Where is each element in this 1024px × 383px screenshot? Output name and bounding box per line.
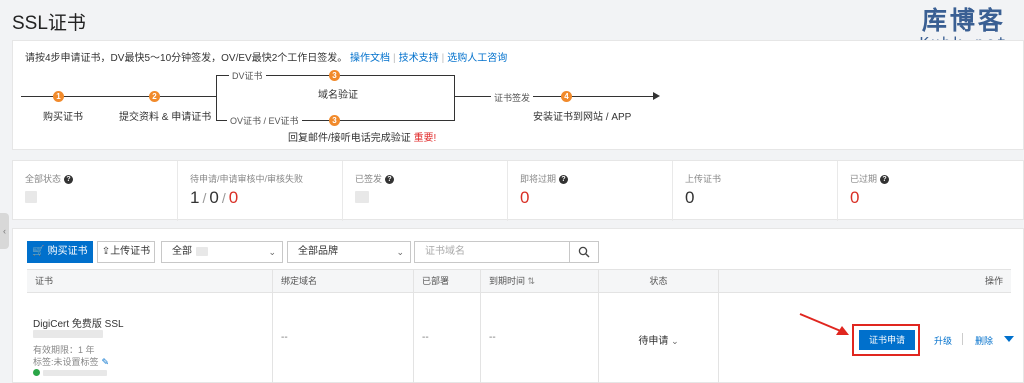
issue-label: 证书签发 [491,91,534,104]
stat-uploaded-value: 0 [685,188,695,207]
stats-panel: 全部状态? 待申请/申请审核中/审核失败 1/0/0 已签发? 即将过期? 0 … [12,160,1024,221]
stat-uploaded[interactable]: 上传证书 0 [673,161,838,221]
annotation-arrow-icon [799,313,849,335]
branch-dv-label: DV证书 [229,69,266,82]
stat-expiring-value: 0 [520,188,530,207]
stat-issued[interactable]: 已签发? [343,161,508,221]
stat-all-label: 全部状态? [25,172,74,185]
help-icon: ? [559,175,569,185]
step-3b-badge: 3 [329,115,340,126]
step-1-badge: 1 [53,91,64,102]
stat-expired-label: 已过期? [850,172,890,185]
stat-issued-value [355,188,369,208]
stat-all[interactable]: 全部状态? [13,161,178,221]
branch-ovev-label: OV证书 / EV证书 [227,114,302,127]
stat-expiring[interactable]: 即将过期? 0 [508,161,673,221]
steps-flow: 1 购买证书 2 提交资料 & 申请证书 DV证书 3 域名验证 OV证书 / … [13,41,1024,151]
step-4-badge: 4 [561,91,572,102]
stat-uploaded-label: 上传证书 [685,174,722,184]
step-4-label: 安装证书到网站 / APP [533,112,632,123]
stat-pending-value: 1/0/0 [190,188,239,207]
stat-all-value [25,188,37,208]
help-icon: ? [64,175,74,185]
step-3b-label: 回复邮件/接听电话完成验证 重要! [288,129,436,144]
collapse-handle-icon[interactable]: ‹ [0,213,9,249]
step-3a-label: 域名验证 [318,90,358,101]
stat-pending-label: 待申请/申请审核中/审核失败 [190,174,304,184]
help-icon: ? [385,175,395,185]
page-title: SSL证书 [12,13,86,34]
stat-expired[interactable]: 已过期? 0 [838,161,1024,221]
stat-pending[interactable]: 待申请/申请审核中/审核失败 1/0/0 [178,161,343,221]
steps-panel: 请按4步申请证书，DV最快5～10分钟签发，OV/EV最快2个工作日签发。 操作… [12,40,1024,150]
stat-expiring-label: 即将过期? [520,172,569,185]
important-tag: 重要! [413,133,437,144]
step-2-badge: 2 [149,91,160,102]
step-2-label: 提交资料 & 申请证书 [119,112,212,123]
stat-issued-label: 已签发? [355,172,395,185]
top-bar: SSL证书 库博客 Kubk.net [0,0,1024,52]
help-icon: ? [880,175,890,185]
cert-list-panel: 🛒 购买证书 ⇪上传证书 全部 ⌄ 全部品牌 ⌄ 证书域名 证书 绑定域名 已部… [12,228,1024,383]
step-3b-text: 回复邮件/接听电话完成验证 [288,133,411,144]
step-1-label: 购买证书 [43,112,83,123]
watermark-cn: 库博客 [921,6,1006,35]
stat-expired-value: 0 [850,188,860,207]
step-3a-badge: 3 [329,70,340,81]
